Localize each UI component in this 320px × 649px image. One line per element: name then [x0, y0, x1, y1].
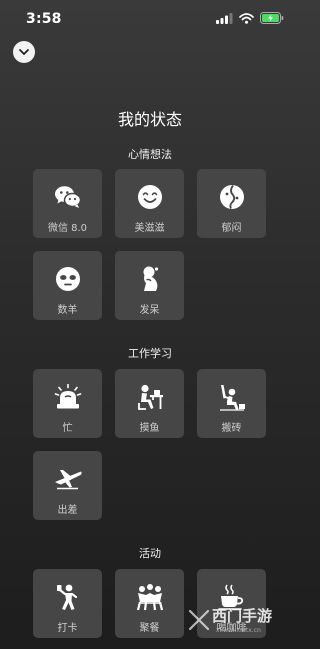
status-bar: 3:58 — [0, 0, 300, 36]
battery-charging-icon — [260, 12, 284, 24]
status-tile-dinner[interactable]: 聚餐 — [115, 569, 184, 638]
status-tile-wechat[interactable]: 微信 8.0 — [33, 169, 102, 238]
dinner-party-icon — [136, 583, 164, 611]
tile-label: 搬砖 — [221, 423, 242, 434]
tile-label: 聚餐 — [139, 623, 160, 634]
tile-label: 微信 8.0 — [47, 223, 88, 234]
status-tile-gloomy[interactable]: 郁闷 — [197, 169, 266, 238]
status-tile-business-trip[interactable]: 出差 — [33, 451, 102, 520]
wifi-icon — [239, 12, 254, 24]
tile-label: 出差 — [57, 505, 78, 516]
tile-label: 数羊 — [57, 305, 78, 316]
status-time: 3:58 — [26, 11, 62, 27]
status-icons — [216, 12, 284, 24]
status-tile-counting-sheep[interactable]: 数羊 — [33, 251, 102, 320]
busy-alarm-icon — [54, 383, 82, 411]
chevron-down-icon — [19, 49, 29, 55]
cellular-signal-icon — [216, 12, 233, 24]
check-in-icon — [54, 583, 82, 611]
status-tile-check-in[interactable]: 打卡 — [33, 569, 102, 638]
status-tile-daze[interactable]: 发呆 — [115, 251, 184, 320]
daze-figure-icon — [136, 265, 164, 293]
watermark-logo-icon — [188, 609, 210, 631]
tile-label: 打卡 — [57, 623, 78, 634]
moving-bricks-icon — [218, 383, 246, 411]
section-title-activity: 活动 — [139, 547, 161, 560]
collapse-button[interactable] — [13, 41, 35, 63]
section-title-mood: 心情想法 — [128, 148, 172, 161]
watermark: 西门手游 ximen.xmtx.cn — [186, 603, 296, 643]
watermark-url: ximen.xmtx.cn — [216, 627, 261, 634]
status-tile-moving-bricks[interactable]: 搬砖 — [197, 369, 266, 438]
status-tile-busy[interactable]: 忙 — [33, 369, 102, 438]
section-title-work: 工作学习 — [128, 347, 172, 360]
airplane-icon — [54, 465, 82, 493]
status-tile-slacking[interactable]: 摸鱼 — [115, 369, 184, 438]
sleepy-face-icon — [54, 265, 82, 293]
gloomy-icon — [218, 183, 246, 211]
slacking-icon — [136, 383, 164, 411]
status-tile-happy[interactable]: 美滋滋 — [115, 169, 184, 238]
watermark-text: 西门手游 — [212, 607, 273, 625]
tile-label: 郁闷 — [221, 223, 242, 234]
tile-label: 摸鱼 — [139, 423, 160, 434]
tile-label: 发呆 — [139, 305, 160, 316]
smile-face-icon — [136, 183, 164, 211]
page-title: 我的状态 — [117, 110, 182, 129]
wechat-icon — [54, 183, 82, 211]
tile-label: 美滋滋 — [134, 223, 165, 234]
tile-label: 忙 — [62, 423, 73, 434]
